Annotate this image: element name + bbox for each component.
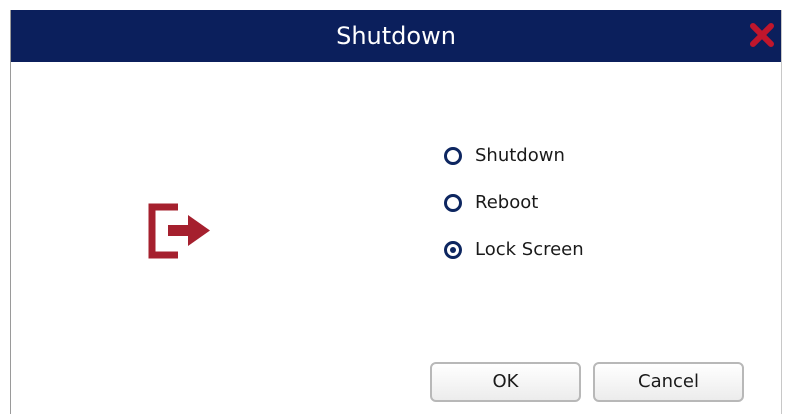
dialog-title: Shutdown [336,22,456,50]
option-label: Reboot [475,192,539,213]
exit-icon [148,203,216,259]
radio-reboot[interactable] [444,194,462,212]
title-bar: Shutdown [11,10,781,62]
option-label: Shutdown [475,145,565,166]
close-icon[interactable] [749,22,775,48]
radio-lock-screen[interactable] [444,241,462,259]
option-label: Lock Screen [475,239,584,260]
shutdown-dialog: Shutdown Shutdown Reboot Lock Screen OK … [10,10,782,414]
radio-shutdown[interactable] [444,147,462,165]
ok-button[interactable]: OK [430,362,581,402]
cancel-button[interactable]: Cancel [593,362,744,402]
